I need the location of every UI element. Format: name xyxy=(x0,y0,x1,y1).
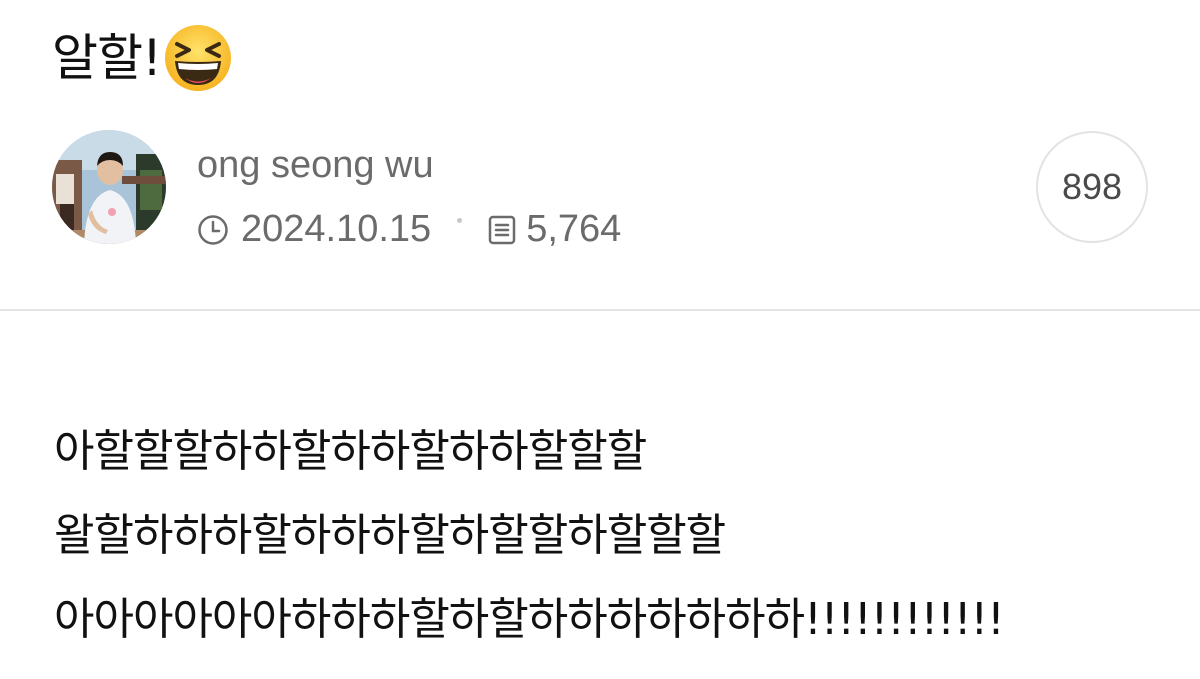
grinning-squinting-face-emoji-icon xyxy=(163,23,233,93)
post-body: 아할할할하하할하하할하하할할할 왈할하하하할하하하할하할할하할할할 아아아아아아… xyxy=(54,410,1184,662)
body-line: 아할할할하하할하하할하하할할할 xyxy=(54,426,647,477)
author-row: ong seong wu 2024.10.15 5,764 898 xyxy=(52,130,1148,250)
post-meta: 2024.10.15 5,764 xyxy=(197,208,621,251)
post-header: 알할! xyxy=(52,18,233,98)
post-date: 2024.10.15 xyxy=(241,208,432,250)
body-line: 왈할하하하할하하하할하할할하할할할 xyxy=(54,510,726,561)
header-divider xyxy=(0,309,1200,311)
meta-separator-dot xyxy=(457,218,463,223)
document-icon xyxy=(488,215,516,245)
clock-icon xyxy=(197,214,229,246)
like-count-button[interactable]: 898 xyxy=(1036,131,1148,243)
body-line: 아아아아아아하하하할하할하하하하하하하!!!!!!!!!!!! xyxy=(54,594,1005,645)
view-count: 5,764 xyxy=(526,208,622,250)
post-title: 알할! xyxy=(52,29,162,87)
author-avatar[interactable] xyxy=(52,130,166,244)
author-name[interactable]: ong seong wu xyxy=(197,144,434,187)
like-count: 898 xyxy=(1061,166,1123,207)
